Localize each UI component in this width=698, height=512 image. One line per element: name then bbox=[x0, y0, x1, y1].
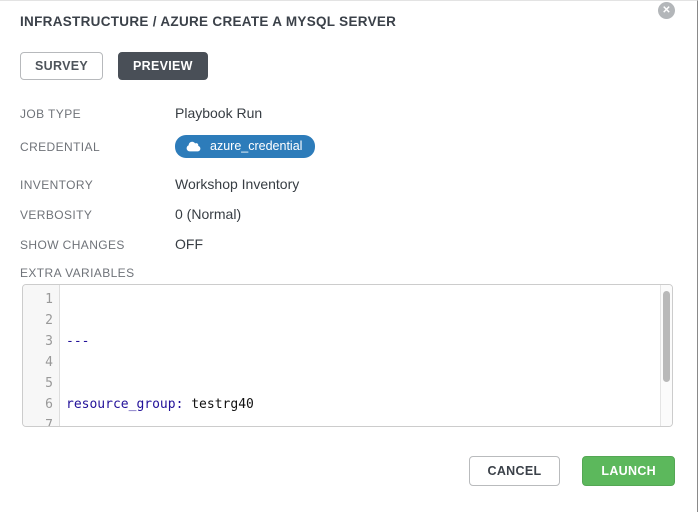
code-line: --- bbox=[66, 331, 664, 352]
job-type-row: JOB TYPE Playbook Run bbox=[20, 105, 677, 121]
job-launch-preview-modal: INFRASTRUCTURE / AZURE CREATE A MYSQL SE… bbox=[0, 1, 697, 427]
tab-survey[interactable]: SURVEY bbox=[20, 52, 103, 80]
line-number: 4 bbox=[23, 352, 53, 373]
line-number: 1 bbox=[23, 289, 53, 310]
modal-footer: CANCEL LAUNCH bbox=[469, 456, 675, 486]
verbosity-row: VERBOSITY 0 (Normal) bbox=[20, 206, 677, 222]
inventory-label: INVENTORY bbox=[20, 178, 175, 192]
line-number: 7 bbox=[23, 415, 53, 427]
credential-badge-label: azure_credential bbox=[210, 139, 302, 153]
close-x-glyph: ✕ bbox=[662, 6, 670, 16]
job-details: JOB TYPE Playbook Run CREDENTIAL azure_c… bbox=[20, 105, 677, 252]
modal-header: INFRASTRUCTURE / AZURE CREATE A MYSQL SE… bbox=[20, 1, 677, 29]
editor-code-area[interactable]: --- resource_group: testrg40 location: e… bbox=[60, 285, 672, 426]
line-number: 6 bbox=[23, 394, 53, 415]
code-line: resource_group: testrg40 bbox=[66, 394, 664, 415]
show-changes-value: OFF bbox=[175, 236, 203, 252]
job-type-value: Playbook Run bbox=[175, 105, 262, 121]
editor-line-number-gutter: 1 2 3 4 5 6 7 bbox=[23, 285, 60, 426]
inventory-value: Workshop Inventory bbox=[175, 176, 299, 192]
line-number: 2 bbox=[23, 310, 53, 331]
verbosity-value: 0 (Normal) bbox=[175, 206, 241, 222]
editor-scrollbar-thumb[interactable] bbox=[663, 291, 670, 382]
launch-button[interactable]: LAUNCH bbox=[582, 456, 675, 486]
credential-badge[interactable]: azure_credential bbox=[175, 135, 315, 158]
tab-preview[interactable]: PREVIEW bbox=[118, 52, 208, 80]
show-changes-label: SHOW CHANGES bbox=[20, 238, 175, 252]
credential-label: CREDENTIAL bbox=[20, 140, 175, 154]
credential-row: CREDENTIAL azure_credential bbox=[20, 135, 677, 158]
close-icon[interactable]: ✕ bbox=[658, 2, 675, 19]
job-type-label: JOB TYPE bbox=[20, 107, 175, 121]
inventory-row: INVENTORY Workshop Inventory bbox=[20, 176, 677, 192]
cloud-icon bbox=[186, 141, 201, 152]
verbosity-label: VERBOSITY bbox=[20, 208, 175, 222]
line-number: 5 bbox=[23, 373, 53, 394]
show-changes-row: SHOW CHANGES OFF bbox=[20, 236, 677, 252]
extra-variables-label: EXTRA VARIABLES bbox=[20, 266, 677, 280]
page-title: INFRASTRUCTURE / AZURE CREATE A MYSQL SE… bbox=[20, 14, 677, 29]
tab-bar: SURVEY PREVIEW bbox=[20, 52, 677, 80]
editor-scrollbar-track[interactable] bbox=[660, 285, 672, 426]
line-number: 3 bbox=[23, 331, 53, 352]
cancel-button[interactable]: CANCEL bbox=[469, 456, 561, 486]
extra-variables-editor[interactable]: 1 2 3 4 5 6 7 --- resource_group: testrg… bbox=[22, 284, 673, 427]
